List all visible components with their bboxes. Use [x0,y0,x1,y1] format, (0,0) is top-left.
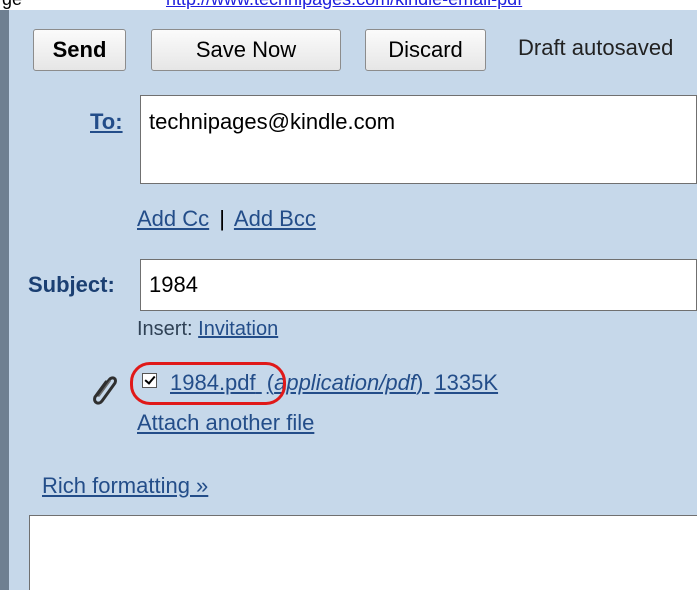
cc-bcc-line: Add Cc | Add Bcc [137,207,316,231]
discard-button[interactable]: Discard [365,29,486,71]
to-label[interactable]: To: [90,110,123,134]
to-field[interactable]: technipages@kindle.com [140,95,697,184]
invitation-link[interactable]: Invitation [198,318,278,340]
attachment-file-type: application/pdf [274,370,416,395]
attachment-file-name[interactable]: 1984.pdf [170,370,256,395]
topline-text: ge [2,0,22,8]
attachment-file-line: 1984.pdf (application/pdf) 1335K [170,371,498,395]
left-border [0,10,9,590]
save-now-button[interactable]: Save Now [151,29,341,71]
topline-link[interactable]: http://www.technipages.com/kindle-email-… [166,0,522,8]
attach-another-file-link[interactable]: Attach another file [137,411,314,435]
attachment-open-paren: ( [266,370,275,395]
add-cc-link[interactable]: Add Cc [137,206,209,231]
attachment-checkbox[interactable] [142,373,157,388]
message-body-editor[interactable] [29,515,697,590]
insert-line: Insert: Invitation [137,318,278,340]
subject-field[interactable]: 1984 [140,259,697,311]
rich-formatting-link[interactable]: Rich formatting » [42,474,208,498]
draft-status: Draft autosaved [518,35,674,60]
cc-separator: | [219,206,225,231]
paperclip-icon [93,376,117,405]
send-button[interactable]: Send [33,29,126,71]
attachment-close-paren: ) [415,370,424,395]
subject-label: Subject: [28,272,115,297]
attachment-file-size: 1335K [434,370,499,395]
topline: ge http://www.technipages.com/kindle-ema… [0,0,697,10]
insert-label: Insert: [137,318,193,340]
add-bcc-link[interactable]: Add Bcc [234,206,316,231]
